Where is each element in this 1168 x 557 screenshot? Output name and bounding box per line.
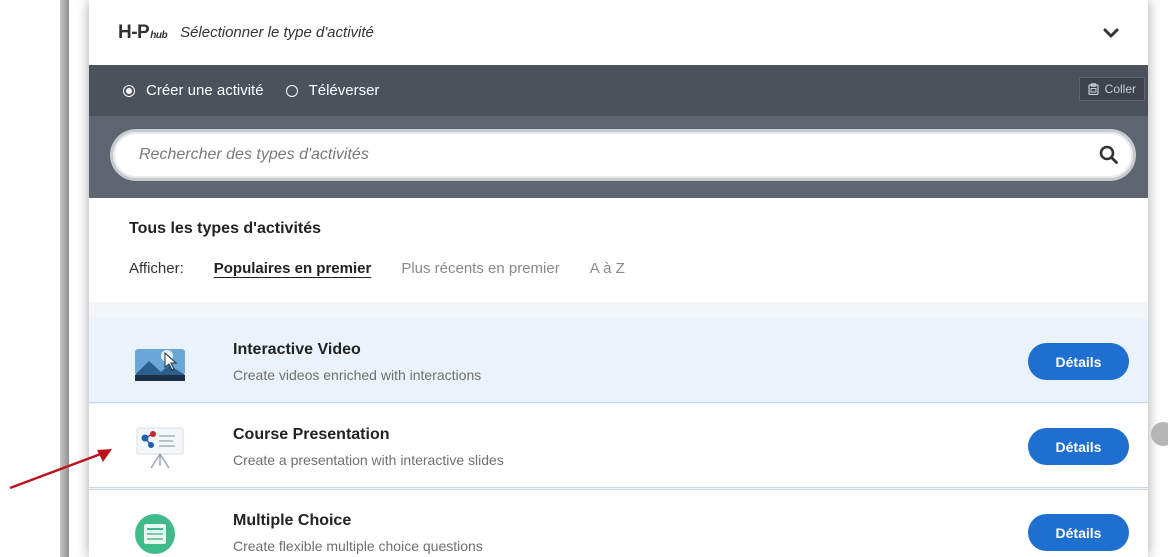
sort-row: Afficher: Populaires en premier Plus réc… <box>129 260 655 277</box>
radio-upload[interactable]: Téléverser <box>285 82 380 99</box>
radio-empty-icon <box>285 84 298 97</box>
radio-create-activity[interactable]: Créer une activité <box>123 82 264 99</box>
search-field[interactable] <box>113 132 1133 178</box>
item-title: Interactive Video <box>233 341 361 358</box>
radio-create-label: Créer une activité <box>146 82 264 99</box>
sort-popular-first[interactable]: Populaires en premier <box>214 260 372 277</box>
search-bar <box>89 116 1148 198</box>
list-item-interactive-video[interactable]: Interactive Video Create videos enriched… <box>89 319 1148 403</box>
activity-type-list: Interactive Video Create videos enriched… <box>89 302 1148 557</box>
hub-title: Sélectionner le type d'activité <box>180 24 374 41</box>
details-button[interactable]: Détails <box>1028 514 1129 551</box>
chevron-down-icon[interactable] <box>1102 26 1120 40</box>
hub-header[interactable]: H-P hub Sélectionner le type d'activité <box>89 0 1148 65</box>
sort-a-to-z[interactable]: A à Z <box>590 260 625 277</box>
logo-sub: hub <box>150 29 168 41</box>
logo-text: H-P <box>118 21 150 43</box>
course-presentation-icon <box>136 427 184 469</box>
h5p-hub-panel: H-P hub Sélectionner le type d'activité C… <box>89 0 1148 557</box>
list-item-multiple-choice[interactable]: Multiple Choice Create flexible multiple… <box>89 489 1148 557</box>
paste-button[interactable]: Coller <box>1078 77 1145 101</box>
show-label: Afficher: <box>129 260 184 277</box>
item-title: Multiple Choice <box>233 512 352 529</box>
item-description: Create videos enriched with interactions <box>233 367 482 383</box>
item-description: Create a presentation with interactive s… <box>233 452 504 468</box>
details-button[interactable]: Détails <box>1028 428 1129 465</box>
multiple-choice-icon <box>135 514 175 554</box>
h5p-logo: H-P hub <box>118 21 168 44</box>
search-icon[interactable] <box>1099 145 1119 165</box>
radio-upload-label: Téléverser <box>308 82 380 99</box>
scroll-indicator[interactable] <box>1151 422 1168 446</box>
mode-bar: Créer une activité Téléverser Coller <box>89 65 1148 116</box>
item-description: Create flexible multiple choice question… <box>233 538 483 554</box>
annotation-arrow-icon <box>9 449 112 490</box>
item-title: Course Presentation <box>233 426 390 443</box>
filter-section: Tous les types d'activités Afficher: Pop… <box>89 198 1148 302</box>
interactive-video-icon <box>135 349 185 381</box>
paste-label: Coller <box>1104 82 1136 96</box>
list-item-course-presentation[interactable]: Course Presentation Create a presentatio… <box>89 404 1148 488</box>
all-types-heading: Tous les types d'activités <box>129 220 322 237</box>
clipboard-icon <box>1088 83 1099 95</box>
details-button[interactable]: Détails <box>1028 343 1129 380</box>
radio-selected-icon <box>123 84 135 97</box>
sort-newest-first[interactable]: Plus récents en premier <box>401 260 559 277</box>
search-input[interactable] <box>137 145 1099 165</box>
